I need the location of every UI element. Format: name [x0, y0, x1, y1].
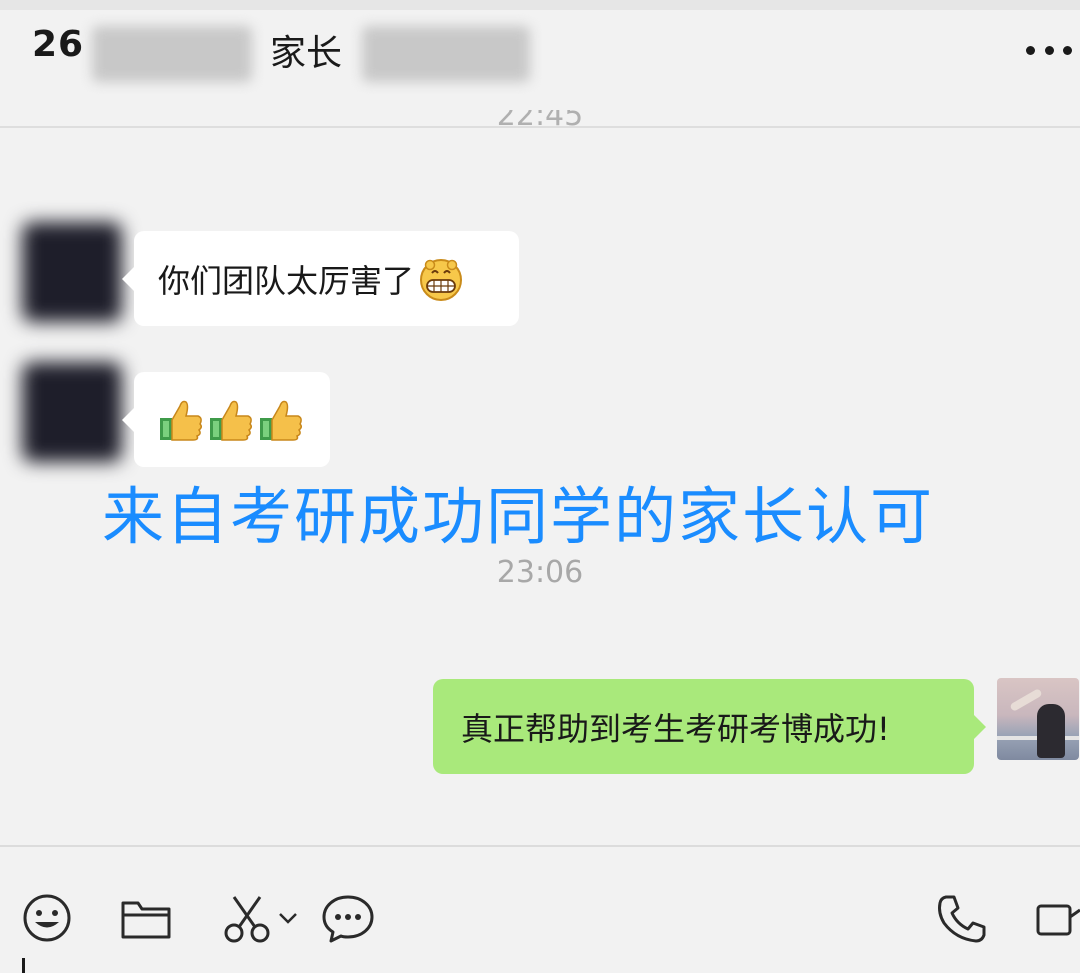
- thumbs-up-icon: [160, 400, 203, 441]
- emoji-icon[interactable]: [22, 893, 72, 943]
- more-dot-icon: [1063, 45, 1072, 55]
- phone-icon[interactable]: [936, 893, 988, 945]
- timestamp-top: 22:45: [496, 110, 584, 133]
- video-icon[interactable]: [1036, 903, 1080, 937]
- avatar-figure: [1037, 704, 1065, 758]
- redacted-name-2: [362, 26, 530, 82]
- more-dot-icon: [1044, 45, 1054, 55]
- overlay-caption: 来自考研成功同学的家长认可: [102, 480, 935, 553]
- more-options-button[interactable]: [1026, 30, 1072, 70]
- contact-avatar[interactable]: [22, 362, 122, 462]
- input-toolbar: [0, 845, 1080, 973]
- contact-avatar[interactable]: [22, 222, 122, 322]
- timestamp-mid: 23:06: [496, 555, 584, 590]
- chat-bubble-icon[interactable]: [320, 893, 376, 945]
- chat-window: 26 家长 22:45 你们团队太厉害了 来自考研成功同学的家长认可 23:06…: [0, 0, 1080, 973]
- redacted-name-1: [92, 26, 252, 82]
- message-text: 你们团队太厉害了: [158, 261, 415, 300]
- chat-title-role: 家长: [270, 33, 343, 74]
- scissors-icon[interactable]: [222, 893, 274, 945]
- text-cursor: [22, 958, 25, 973]
- chevron-down-icon[interactable]: [278, 911, 298, 925]
- chat-title-prefix: 26: [32, 24, 85, 65]
- self-avatar[interactable]: [997, 678, 1079, 760]
- folder-icon[interactable]: [120, 897, 172, 941]
- message-bubble-incoming[interactable]: [122, 372, 330, 467]
- message-bubble-incoming[interactable]: 你们团队太厉害了: [122, 231, 519, 326]
- avatar-arm: [1009, 688, 1043, 712]
- thumbs-up-icon: [210, 400, 253, 441]
- grin-emoji-icon: [420, 258, 463, 301]
- thumbs-up-icon: [260, 400, 303, 441]
- window-top-strip: [0, 0, 1080, 10]
- message-text: 真正帮助到考生考研考博成功!: [461, 709, 890, 748]
- chat-header: 26 家长: [0, 0, 1080, 128]
- more-dot-icon: [1026, 45, 1035, 55]
- message-bubble-outgoing[interactable]: 真正帮助到考生考研考博成功!: [433, 679, 986, 774]
